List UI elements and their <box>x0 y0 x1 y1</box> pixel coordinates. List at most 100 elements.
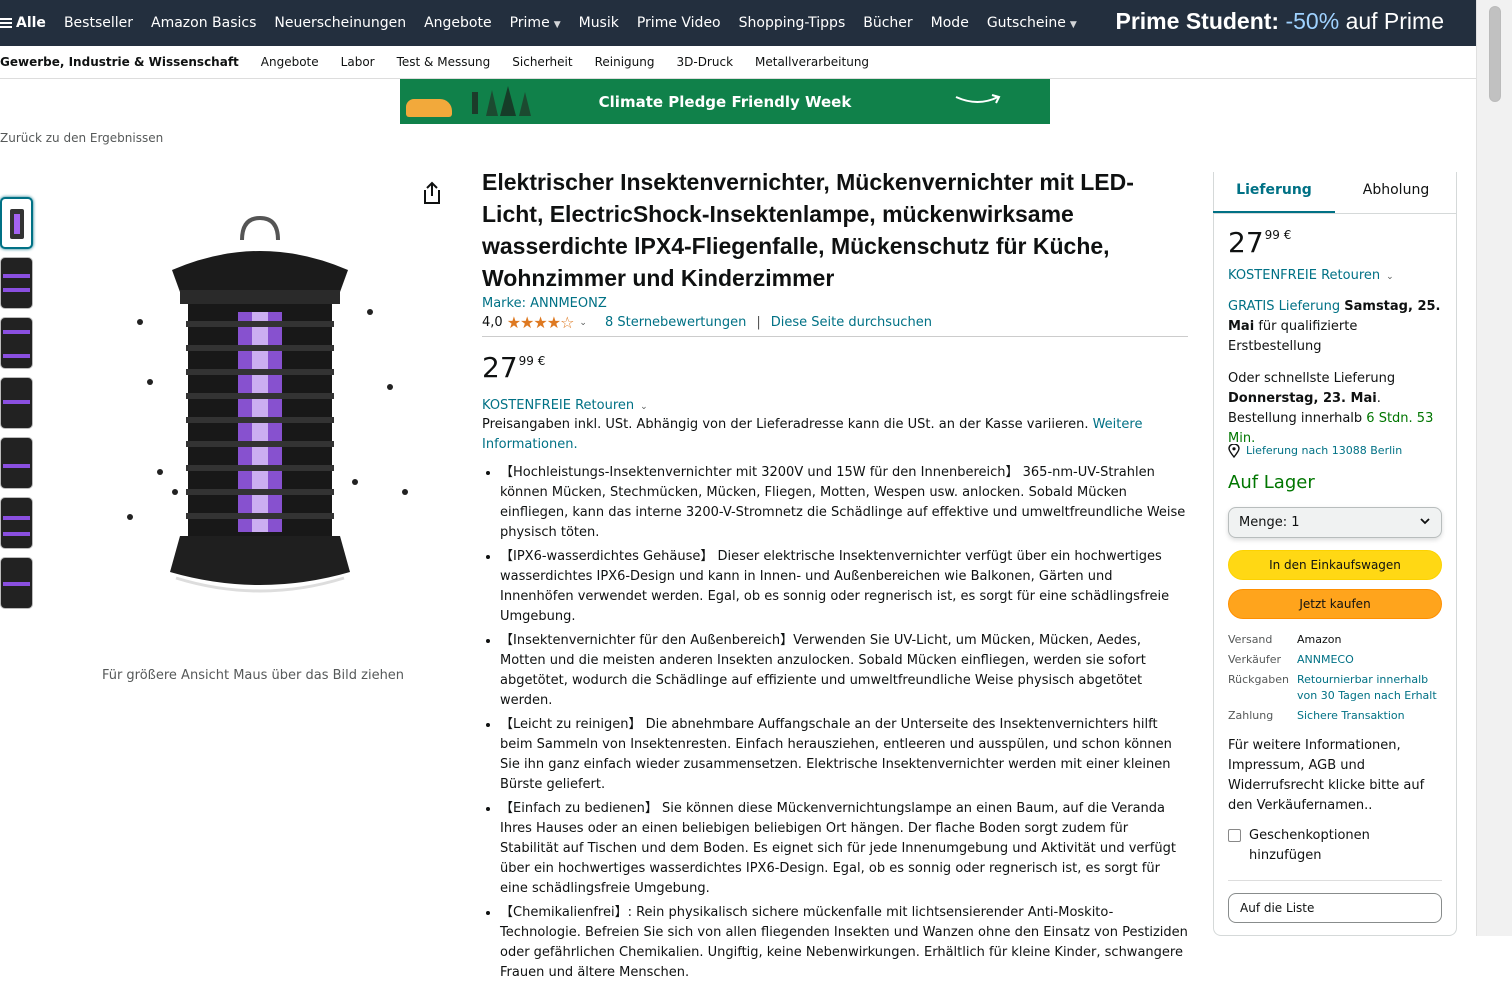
chevron-down-icon <box>1420 518 1430 525</box>
feature-bullet: 【Hochleistungs-Insektenvernichter mit 32… <box>500 463 1188 543</box>
info-row-rueckgaben: Rückgaben Retournierbar innerhalb von 30 … <box>1228 672 1442 704</box>
free-returns-link[interactable]: KOSTENFREIE Retouren <box>482 398 634 413</box>
hamburger-icon <box>0 16 12 30</box>
shipping-info: GRATIS Lieferung Samstag, 25. Mai für qu… <box>1228 297 1442 357</box>
nav-item-shopping-tipps[interactable]: Shopping-Tipps <box>730 15 855 31</box>
chevron-down-icon: ▼ <box>1069 20 1077 30</box>
subnav-item-metallverarbeitung[interactable]: Metallverarbeitung <box>744 55 880 69</box>
all-menu-button[interactable]: Alle <box>0 15 55 31</box>
nav-item-prime-label: Prime <box>509 15 550 31</box>
thumbnail-3[interactable] <box>0 317 33 369</box>
tab-pickup[interactable]: Abholung <box>1335 172 1457 213</box>
ratings-count-link[interactable]: 8 Sternebewertungen <box>605 315 746 330</box>
separator: | <box>756 315 761 330</box>
gift-label: Geschenkoptionen hinzufügen <box>1249 828 1370 863</box>
subnav-item-test-messung[interactable]: Test & Messung <box>386 55 502 69</box>
chevron-down-icon: ▼ <box>553 20 561 30</box>
main-nav: Alle Bestseller Amazon Basics Neuerschei… <box>0 0 1476 46</box>
rating-value: 4,0 <box>482 315 503 330</box>
brand-link[interactable]: Marke: ANNMEONZ <box>482 296 607 311</box>
search-page-link[interactable]: Diese Seite durchsuchen <box>771 315 932 330</box>
nav-item-musik[interactable]: Musik <box>570 15 628 31</box>
add-to-cart-button[interactable]: In den Einkaufswagen <box>1228 550 1442 580</box>
info-key: Verkäufer <box>1228 653 1282 666</box>
quantity-label: Menge: <box>1239 515 1288 530</box>
car-illustration <box>406 99 452 117</box>
buybox-returns[interactable]: KOSTENFREIE Retouren ⌄ <box>1228 266 1442 287</box>
chevron-down-icon: ⌄ <box>640 402 648 412</box>
category-subnav: Gewerbe, Industrie & Wissenschaft Angebo… <box>0 46 1476 79</box>
promo-rest: auf Prime <box>1345 8 1444 34</box>
quantity-select[interactable]: Menge: 1 <box>1228 507 1442 538</box>
subnav-item-3d-druck[interactable]: 3D-Druck <box>665 55 744 69</box>
nav-item-angebote[interactable]: Angebote <box>415 15 501 31</box>
feature-bullet: 【Einfach zu bedienen】 Sie können diese M… <box>500 799 1188 899</box>
returns-policy-link[interactable]: Retournierbar innerhalb von 30 Tagen nac… <box>1297 672 1442 704</box>
rating-row: 4,0 ★★★★☆ ⌄ 8 Sternebewertungen | Diese … <box>482 313 1188 337</box>
info-value: Amazon <box>1297 633 1342 646</box>
share-icon[interactable] <box>420 180 444 206</box>
star-rating-icon[interactable]: ★★★★☆ <box>507 313 575 332</box>
prime-student-promo[interactable]: Prime Student: -50% auf Prime <box>1116 8 1445 35</box>
seller-link[interactable]: ANNMECO <box>1297 652 1442 668</box>
fastest-delivery-date: Donnerstag, 23. Mai <box>1228 391 1377 406</box>
free-delivery-link[interactable]: GRATIS Lieferung <box>1228 299 1340 314</box>
info-key: Zahlung <box>1228 709 1274 722</box>
thumbnail-1[interactable] <box>0 197 33 249</box>
thumbnail-5[interactable] <box>0 437 33 489</box>
seller-more-info: Für weitere Informationen, Impressum, AG… <box>1228 738 1425 813</box>
back-to-results-link[interactable]: Zurück zu den Ergebnissen <box>0 131 163 145</box>
thumbnail-2[interactable] <box>0 257 33 309</box>
payment-link[interactable]: Sichere Transaktion <box>1297 708 1442 724</box>
feature-bullet: 【Chemikalienfrei】: Rein physikalisch sic… <box>500 903 1188 983</box>
chevron-down-icon: ⌄ <box>1386 272 1394 282</box>
tab-delivery[interactable]: Lieferung <box>1213 172 1335 213</box>
nav-item-prime-video[interactable]: Prime Video <box>628 15 730 31</box>
feature-bullet: 【Insektenvernichter für den Außenbereich… <box>500 631 1188 711</box>
trees-illustration <box>472 86 531 116</box>
chevron-down-icon[interactable]: ⌄ <box>579 318 587 328</box>
thumbnail-7[interactable] <box>0 557 33 609</box>
price-whole: 27 <box>482 351 518 384</box>
location-pin-icon <box>1228 444 1240 458</box>
promo-title: Prime Student: <box>1115 8 1280 34</box>
info-row-versand: Versand Amazon <box>1228 632 1442 648</box>
thumbnail-4[interactable] <box>0 377 33 429</box>
nav-item-bestseller[interactable]: Bestseller <box>55 15 142 31</box>
fastest-delivery-info: Oder schnellste Lieferung Donnerstag, 23… <box>1228 369 1442 449</box>
product-details: Elektrischer Insektenvernichter, Mückenv… <box>482 166 1188 987</box>
buybox-price: 27 99 € <box>1228 227 1442 259</box>
buy-now-button[interactable]: Jetzt kaufen <box>1228 589 1442 619</box>
feature-bullets: 【Hochleistungs-Insektenvernichter mit 32… <box>482 463 1188 983</box>
add-to-list-button[interactable]: Auf die Liste <box>1228 893 1442 923</box>
delivery-location[interactable]: Lieferung nach 13088 Berlin <box>1228 441 1442 461</box>
nav-item-mode[interactable]: Mode <box>922 15 978 31</box>
subnav-item-labor[interactable]: Labor <box>330 55 386 69</box>
gift-options[interactable]: Geschenkoptionen hinzufügen <box>1228 826 1442 866</box>
nav-item-amazon-basics[interactable]: Amazon Basics <box>142 15 265 31</box>
nav-item-gutscheine[interactable]: Gutscheine ▼ <box>978 15 1086 31</box>
feature-bullet: 【IPX6-wasserdichtes Gehäuse】 Dieser elek… <box>500 547 1188 627</box>
thumbnail-6[interactable] <box>0 497 33 549</box>
page-scrollbar[interactable] <box>1476 0 1512 936</box>
buybox-returns-link[interactable]: KOSTENFREIE Retouren <box>1228 268 1380 283</box>
product-title: Elektrischer Insektenvernichter, Mückenv… <box>482 169 1134 291</box>
subnav-item-reinigung[interactable]: Reinigung <box>584 55 666 69</box>
product-image[interactable] <box>120 212 420 612</box>
gift-checkbox[interactable] <box>1228 829 1241 842</box>
subnav-item-angebote[interactable]: Angebote <box>250 55 330 69</box>
amazon-smile-icon <box>955 94 1001 104</box>
climate-pledge-banner[interactable]: Climate Pledge Friendly Week <box>400 79 1050 124</box>
delivery-tabs: Lieferung Abholung <box>1213 172 1457 214</box>
returns-row[interactable]: KOSTENFREIE Retouren ⌄ <box>482 398 1188 413</box>
subnav-category-title[interactable]: Gewerbe, Industrie & Wissenschaft <box>0 55 250 69</box>
all-menu-label: Alle <box>16 15 46 31</box>
subnav-item-sicherheit[interactable]: Sicherheit <box>501 55 583 69</box>
buybox-price-fraction: 99 € <box>1264 228 1292 242</box>
fastest-delivery-prefix: Oder schnellste Lieferung <box>1228 371 1396 386</box>
tax-note: Preisangaben inkl. USt. Abhängig von der… <box>482 415 1188 455</box>
nav-item-neuerscheinungen[interactable]: Neuerscheinungen <box>265 15 415 31</box>
nav-item-buecher[interactable]: Bücher <box>854 15 921 31</box>
scrollbar-thumb[interactable] <box>1489 6 1501 102</box>
nav-item-prime[interactable]: Prime ▼ <box>501 15 570 31</box>
